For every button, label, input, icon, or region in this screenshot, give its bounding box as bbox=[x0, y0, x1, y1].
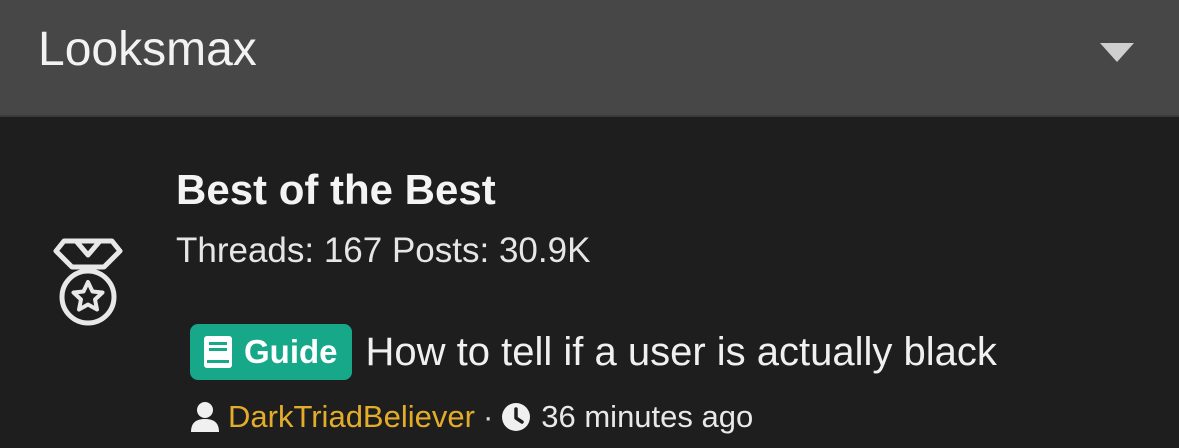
prefix-badge-guide[interactable]: Guide bbox=[190, 324, 352, 380]
author-link[interactable]: DarkTriadBeliever bbox=[228, 397, 475, 437]
prefix-label: Guide bbox=[244, 333, 338, 370]
thread-title-link[interactable]: How to tell if a user is actually black bbox=[366, 328, 997, 376]
clock-icon bbox=[502, 403, 531, 431]
user-icon bbox=[191, 402, 219, 432]
category-title[interactable]: Looksmax bbox=[38, 22, 257, 78]
thread-meta: DarkTriadBeliever · 36 minutes ago bbox=[190, 397, 753, 437]
forum-title[interactable]: Best of the Best bbox=[176, 165, 496, 215]
medal-star-icon bbox=[46, 237, 130, 329]
post-time[interactable]: 36 minutes ago bbox=[541, 397, 753, 437]
latest-thread: Guide How to tell if a user is actually … bbox=[190, 324, 997, 380]
forum-node: Best of the Best Threads: 167 Posts: 30.… bbox=[0, 117, 1179, 448]
book-icon bbox=[204, 336, 232, 368]
collapse-toggle[interactable] bbox=[1097, 38, 1137, 68]
meta-separator: · bbox=[482, 399, 494, 434]
category-header: Looksmax bbox=[0, 0, 1179, 117]
forum-stats: Threads: 167 Posts: 30.9K bbox=[176, 231, 591, 270]
caret-down-icon bbox=[1100, 43, 1134, 62]
